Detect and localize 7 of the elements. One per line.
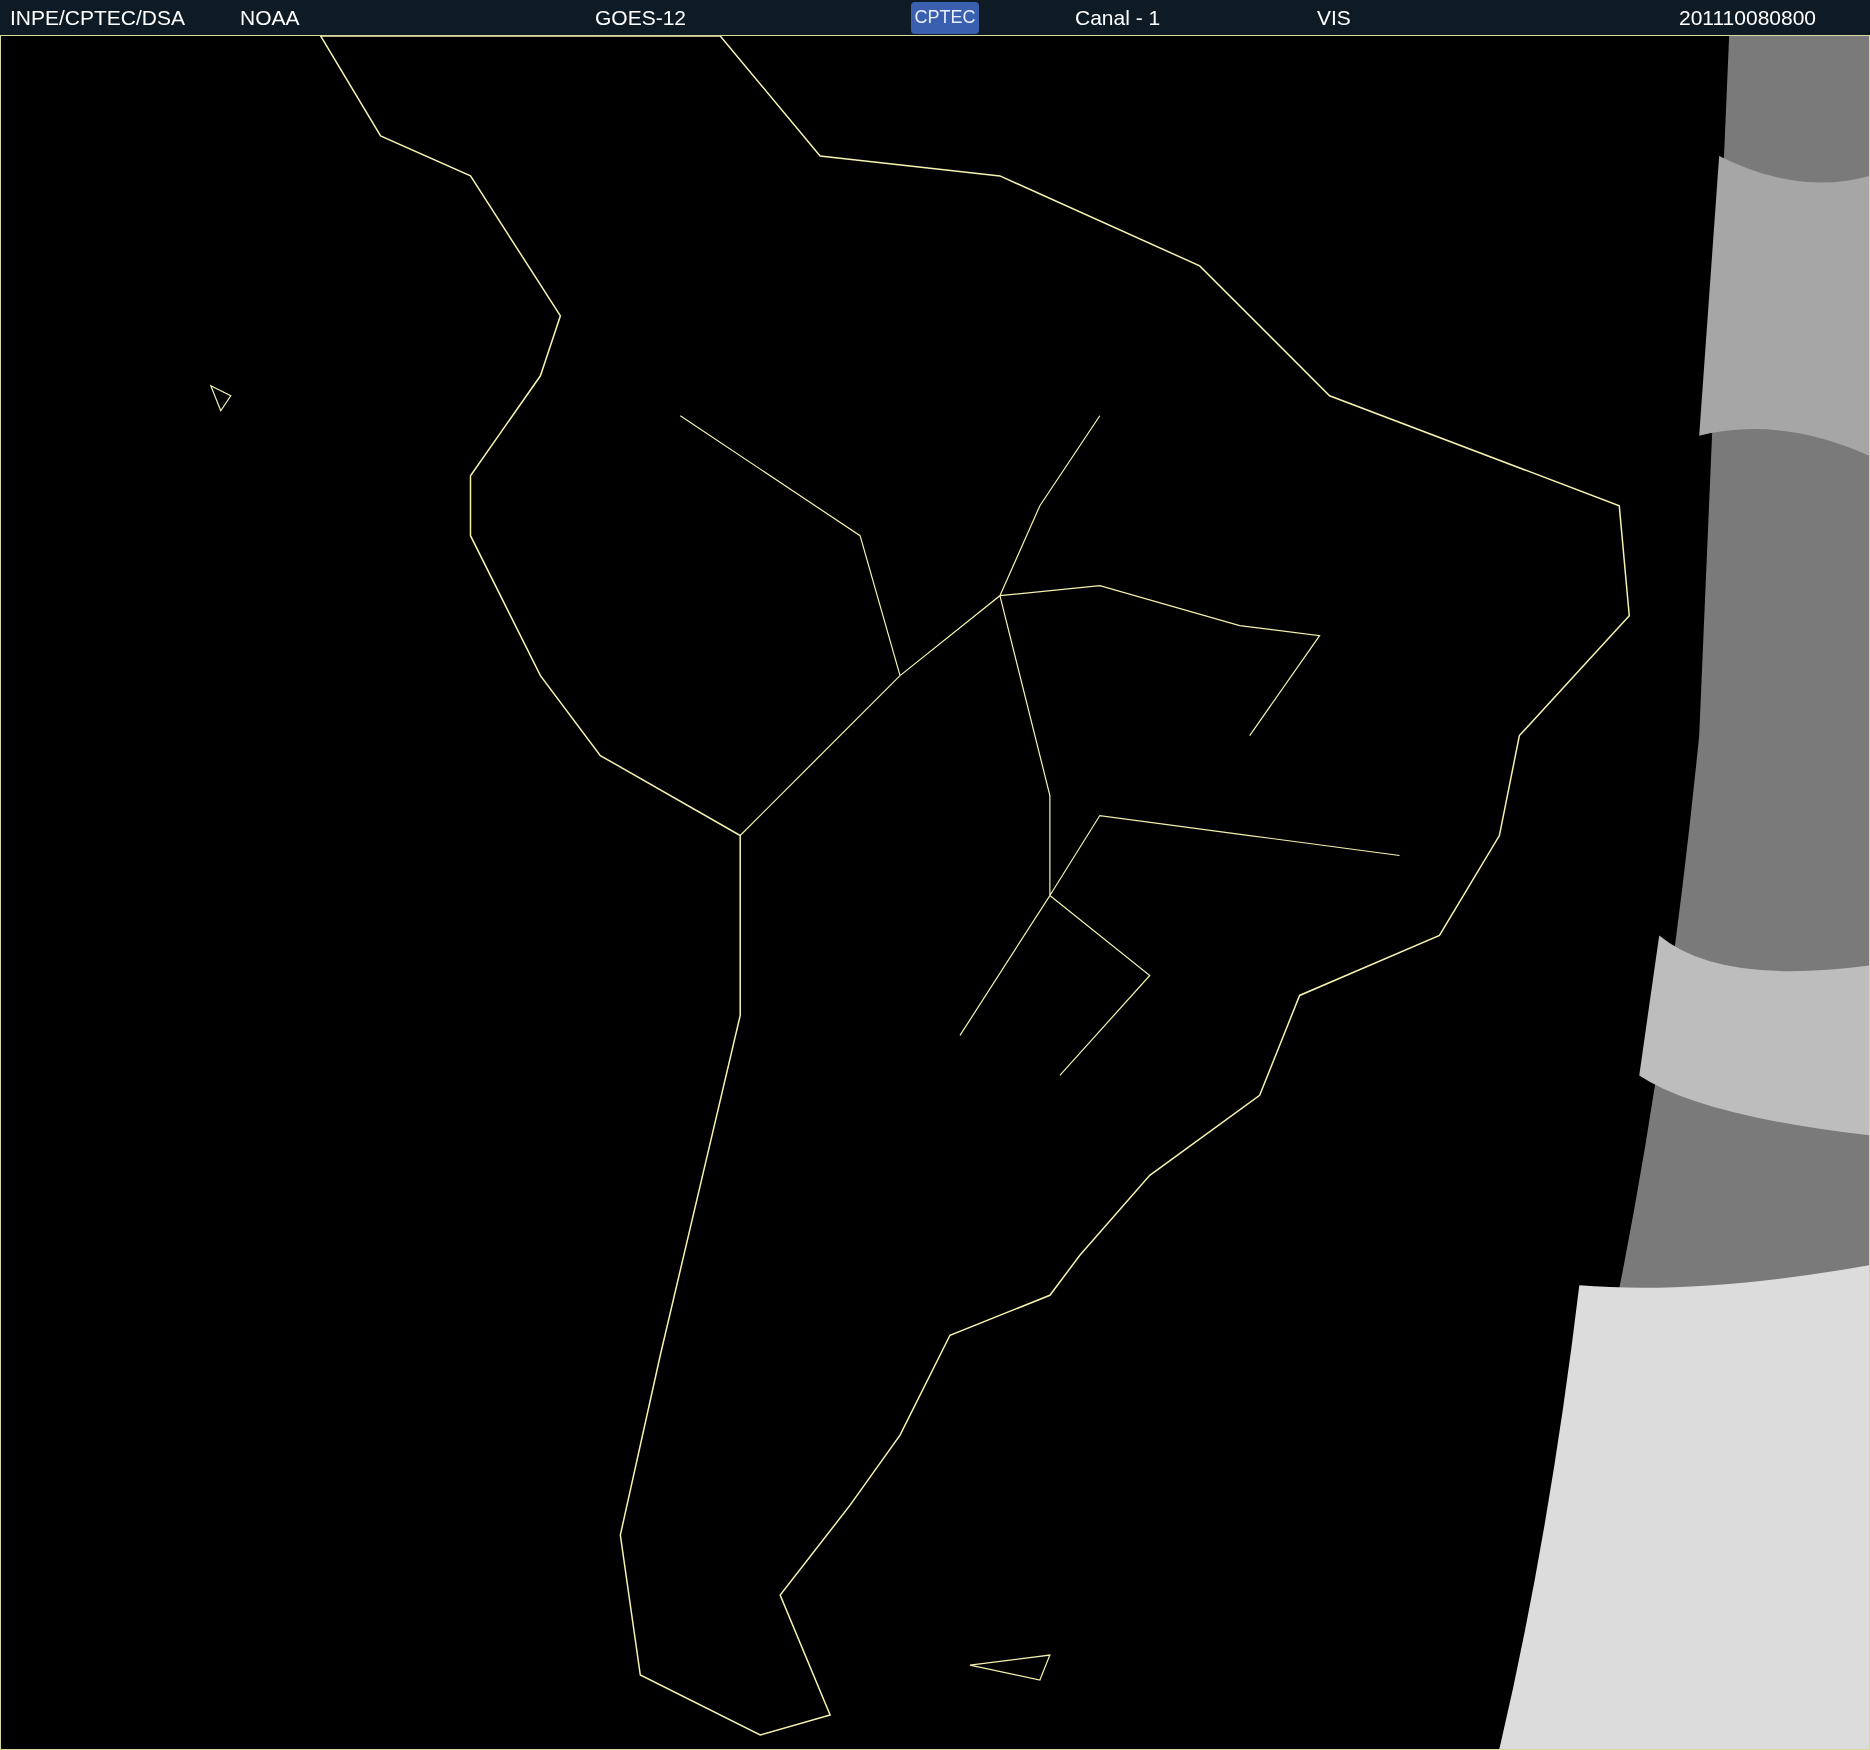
band-label: VIS [1317, 4, 1352, 31]
satellite-label: GOES-12 [595, 4, 688, 31]
source-label: INPE/CPTEC/DSA [10, 4, 187, 31]
agency-label: NOAA [240, 4, 301, 31]
timestamp-label: 201110080800 [1679, 4, 1817, 31]
logo: CPTEC [911, 1, 979, 34]
channel-label: Canal - 1 [1075, 4, 1162, 31]
